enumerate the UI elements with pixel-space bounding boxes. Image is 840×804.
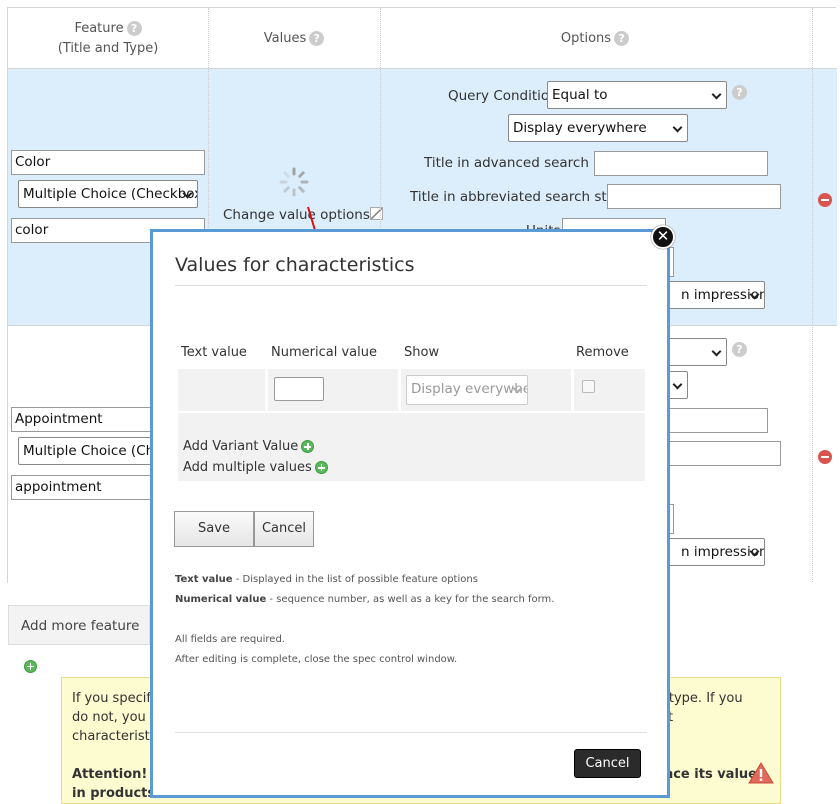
chevron-down-icon (711, 89, 722, 100)
note-required: All fields are required. (175, 634, 285, 645)
values-modal: Values for characteristics Text value Nu… (150, 229, 670, 798)
header-feature: Feature? (Title and Type) (8, 8, 208, 69)
help-numerical-value: Numerical value - sequence number, as we… (175, 594, 554, 605)
help-desc: - sequence number, as well as a key for … (266, 594, 555, 605)
help-icon[interactable]: ? (614, 30, 630, 46)
add-variant-link[interactable]: Add Variant Value (183, 439, 315, 454)
show-select[interactable]: Display everywhere (406, 375, 528, 405)
plus-icon (301, 440, 315, 453)
help-icon[interactable]: ? (732, 342, 747, 357)
header-options-label: Options (560, 30, 612, 46)
feature-type-select[interactable]: Multiple Choice (Checkbox) (18, 180, 198, 208)
notice-attention: lace its value (660, 767, 757, 782)
query-condition-select[interactable]: Equal to (547, 81, 727, 109)
header-values-label: Values (263, 30, 307, 46)
note-close: After editing is complete, close the spe… (175, 654, 458, 665)
help-icon[interactable]: ? (732, 85, 747, 100)
col-show: Show (404, 345, 440, 360)
notice-text: characteristic (72, 729, 161, 744)
cancel-button[interactable]: Cancel (254, 511, 314, 547)
help-desc: - Displayed in the list of possible feat… (232, 574, 478, 585)
chevron-down-icon (672, 379, 683, 390)
numerical-value-input[interactable] (274, 377, 324, 401)
header-options: Options? (380, 8, 810, 69)
display-select[interactable]: Display everywhere (508, 114, 688, 142)
adv-search-input[interactable] (594, 151, 768, 176)
abbr-search-label: Title in abbreviated search string: (410, 189, 638, 205)
notice-text: If you specify (72, 691, 159, 706)
add-feature-button[interactable]: Add more feature (8, 605, 150, 673)
col-numerical-value: Numerical value (271, 345, 377, 360)
header-feature-sub: (Title and Type) (57, 40, 159, 56)
divider (175, 732, 647, 733)
notice-attention: Attention! If (72, 767, 163, 782)
save-button[interactable]: Save (174, 511, 254, 547)
table-row: Display everywhere (178, 369, 645, 411)
feature-title-input[interactable]: Color (11, 150, 205, 175)
remove-feature-icon[interactable] (818, 450, 832, 464)
notice-text: do not, you w (72, 710, 161, 725)
help-text-value: Text value - Displayed in the list of po… (175, 574, 478, 585)
add-values-box: Add Variant Value Add multiple values (178, 413, 645, 481)
add-multiple-link[interactable]: Add multiple values (183, 460, 328, 475)
remove-checkbox[interactable] (582, 380, 595, 393)
display-value: Display everywhere (513, 120, 647, 136)
header-values: Values? (208, 8, 380, 69)
col-remove: Remove (576, 345, 629, 360)
divider (812, 8, 813, 582)
remove-feature-icon[interactable] (818, 193, 832, 207)
adv-search-label: Title in advanced search box: (424, 155, 623, 171)
warning-icon (748, 762, 774, 784)
add-variant-label: Add Variant Value (183, 439, 299, 454)
notice-attention: in products. (72, 786, 161, 801)
query-condition-label: Query Condition: (448, 88, 563, 104)
footer-cancel-button[interactable]: Cancel (574, 749, 641, 778)
text-value-cell (178, 369, 265, 411)
add-multiple-label: Add multiple values (183, 460, 312, 475)
feature-type-value: Multiple Choice (Checkbox) (23, 186, 198, 202)
add-feature-label: Add more feature (21, 618, 140, 634)
close-icon[interactable]: ✕ (651, 225, 675, 249)
modal-title: Values for characteristics (175, 254, 415, 276)
help-icon[interactable]: ? (126, 20, 142, 36)
show-value: Display everywhere (411, 381, 527, 397)
help-icon[interactable]: ? (309, 30, 325, 46)
abbr-search-input[interactable] (607, 184, 781, 209)
show-cell: Display everywhere (401, 369, 571, 411)
change-values-label: Change value options (223, 207, 370, 223)
numerical-value-cell (268, 369, 398, 411)
query-condition-value: Equal to (552, 87, 608, 103)
chevron-down-icon (711, 346, 722, 357)
remove-cell (574, 369, 645, 411)
help-term: Numerical value (175, 594, 267, 605)
plus-icon (314, 461, 328, 474)
loading-spinner-icon (279, 167, 309, 197)
col-text-value: Text value (181, 345, 247, 360)
chevron-down-icon (672, 122, 683, 133)
divider (175, 285, 647, 286)
table-header: Feature? (Title and Type) Values? Option… (8, 8, 837, 69)
help-term: Text value (175, 574, 233, 585)
plus-icon (24, 659, 37, 673)
header-feature-label: Feature (74, 20, 124, 36)
